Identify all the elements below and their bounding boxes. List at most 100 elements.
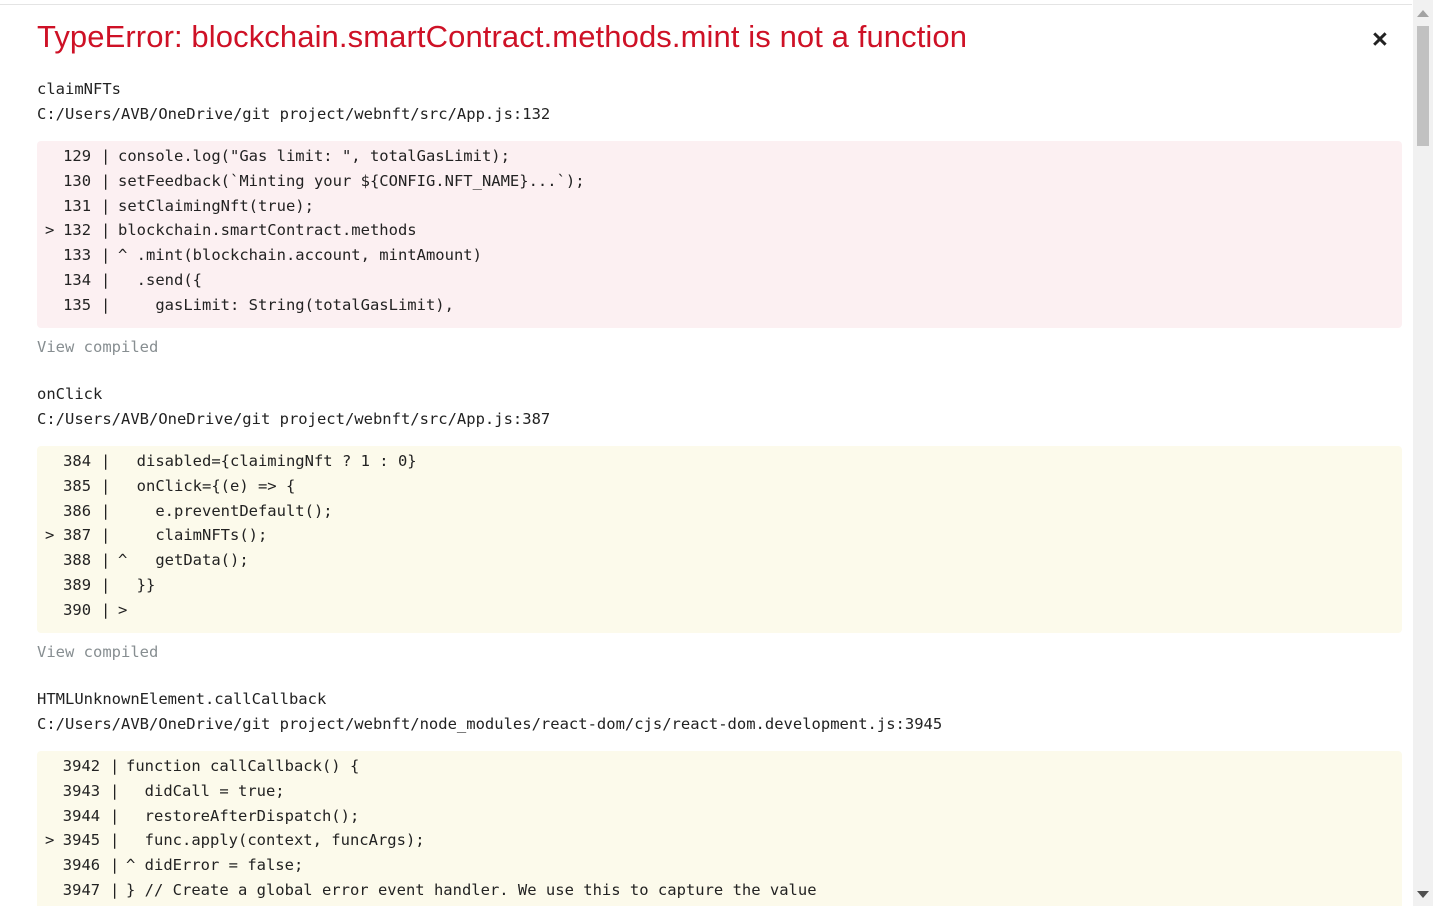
stack-frame-path[interactable]: C:/Users/AVB/OneDrive/git project/webnft… bbox=[37, 105, 550, 123]
gutter-separator: | bbox=[110, 781, 120, 800]
code-line: >387 | claimNFTs(); bbox=[37, 526, 1397, 551]
line-number: 134 bbox=[63, 271, 92, 289]
code-text: blockchain.smartContract.methods bbox=[118, 221, 417, 240]
view-compiled-link[interactable]: View compiled bbox=[37, 338, 158, 356]
code-line: 386 | e.preventDefault(); bbox=[37, 502, 1397, 527]
highlight-marker: > bbox=[45, 221, 55, 240]
code-text: function callCallback() { bbox=[126, 757, 360, 775]
gutter-separator: | bbox=[101, 295, 111, 314]
code-text: console.log("Gas limit: ", totalGasLimit… bbox=[118, 147, 510, 165]
code-line: 3947 | } // Create a global error event ha… bbox=[37, 881, 1397, 906]
code-line: 384 | disabled={claimingNft ? 1 : 0} bbox=[37, 452, 1397, 477]
line-number: 3944 bbox=[62, 806, 101, 825]
code-line: 3942 | function callCallback() { bbox=[37, 757, 1397, 782]
code-snippet: 3942 | function callCallback() { 3943 | didC… bbox=[37, 751, 1402, 906]
code-line: 131 | setClaimingNft(true); bbox=[37, 197, 1397, 222]
line-number: 135 bbox=[63, 295, 92, 314]
code-text: .send({ bbox=[118, 271, 202, 289]
gutter-separator: | bbox=[101, 221, 111, 240]
stack-frame-path[interactable]: C:/Users/AVB/OneDrive/git project/webnft… bbox=[37, 410, 550, 428]
highlight-marker: > bbox=[45, 526, 55, 545]
code-text: } // Create a global error event handler… bbox=[126, 881, 817, 899]
line-number: 384 bbox=[63, 452, 92, 470]
gutter-separator: | bbox=[110, 831, 120, 850]
gutter-separator: | bbox=[101, 526, 111, 545]
highlight-marker: > bbox=[45, 831, 55, 850]
line-number: 3945 bbox=[62, 831, 101, 850]
code-text: disabled={claimingNft ? 1 : 0} bbox=[118, 452, 417, 470]
code-text: func.apply(context, funcArgs); bbox=[126, 831, 425, 850]
code-line: 129 | console.log("Gas limit: ", totalGasL… bbox=[37, 147, 1397, 172]
code-line: 3944 | restoreAfterDispatch(); bbox=[37, 807, 1397, 832]
code-text: onClick={(e) => { bbox=[118, 476, 296, 495]
line-number: 385 bbox=[63, 476, 92, 495]
code-line: 389 | }} bbox=[37, 576, 1397, 601]
vertical-scrollbar[interactable] bbox=[1413, 0, 1433, 906]
code-text: ^ .mint(blockchain.account, mintAmount) bbox=[118, 246, 482, 265]
gutter-separator: | bbox=[110, 806, 120, 825]
line-number: 129 bbox=[63, 147, 92, 165]
code-line: 3946 | ^ didError = false; bbox=[37, 856, 1397, 881]
code-line: 385 | onClick={(e) => { bbox=[37, 477, 1397, 502]
line-number: 130 bbox=[63, 171, 92, 190]
code-text: claimNFTs(); bbox=[118, 526, 268, 545]
line-number: 387 bbox=[63, 526, 92, 545]
stack-frame-name: onClick bbox=[37, 385, 103, 403]
gutter-separator: | bbox=[101, 600, 111, 619]
line-number: 132 bbox=[63, 221, 92, 240]
code-text: gasLimit: String(totalGasLimit), bbox=[118, 295, 454, 314]
code-text: didCall = true; bbox=[126, 781, 285, 800]
gutter-separator: | bbox=[101, 196, 111, 215]
code-text: e.preventDefault(); bbox=[118, 501, 333, 520]
close-button[interactable]: × bbox=[1372, 26, 1388, 53]
gutter-separator: | bbox=[101, 246, 111, 265]
code-line: 133 | ^ .mint(blockchain.account, mintAmou… bbox=[37, 246, 1397, 271]
code-line: 3943 | didCall = true; bbox=[37, 782, 1397, 807]
code-line: >3945 | func.apply(context, funcArgs); bbox=[37, 831, 1397, 856]
gutter-separator: | bbox=[101, 147, 111, 165]
line-number: 388 bbox=[63, 551, 92, 570]
code-text: setFeedback(`Minting your ${CONFIG.NFT_N… bbox=[118, 171, 585, 190]
code-snippet: 129 | console.log("Gas limit: ", totalGasL… bbox=[37, 141, 1402, 328]
code-text: ^ getData(); bbox=[118, 551, 249, 570]
gutter-separator: | bbox=[101, 452, 111, 470]
stack-frame-name: HTMLUnknownElement.callCallback bbox=[37, 690, 327, 708]
gutter-separator: | bbox=[101, 171, 111, 190]
stack-frame-path[interactable]: C:/Users/AVB/OneDrive/git project/webnft… bbox=[37, 715, 942, 733]
line-number: 131 bbox=[63, 196, 92, 215]
gutter-separator: | bbox=[101, 551, 111, 570]
error-overlay: TypeError: blockchain.smartContract.meth… bbox=[0, 0, 1412, 906]
code-line: 135 | gasLimit: String(totalGasLimit), bbox=[37, 296, 1397, 321]
gutter-separator: | bbox=[110, 881, 120, 899]
scroll-up-arrow-icon[interactable] bbox=[1417, 10, 1429, 17]
line-number: 386 bbox=[63, 501, 92, 520]
code-line: >132 | blockchain.smartContract.methods bbox=[37, 221, 1397, 246]
code-line: 134 | .send({ bbox=[37, 271, 1397, 296]
view-compiled-link[interactable]: View compiled bbox=[37, 643, 158, 661]
code-text: restoreAfterDispatch(); bbox=[126, 806, 360, 825]
line-number: 390 bbox=[63, 600, 92, 619]
scroll-down-arrow-icon[interactable] bbox=[1417, 891, 1429, 898]
code-text: setClaimingNft(true); bbox=[118, 196, 314, 215]
code-text: ^ didError = false; bbox=[126, 856, 304, 875]
line-number: 3947 bbox=[62, 881, 101, 899]
line-number: 133 bbox=[63, 246, 92, 265]
line-number: 3942 bbox=[62, 757, 101, 775]
code-line: 388 | ^ getData(); bbox=[37, 551, 1397, 576]
scroll-thumb[interactable] bbox=[1417, 26, 1429, 146]
error-title: TypeError: blockchain.smartContract.meth… bbox=[37, 19, 968, 54]
code-line: 130 | setFeedback(`Minting your ${CONFIG.N… bbox=[37, 172, 1397, 197]
gutter-separator: | bbox=[101, 476, 111, 495]
code-line: 390 | > bbox=[37, 601, 1397, 626]
code-snippet: 384 | disabled={claimingNft ? 1 : 0} 385 | … bbox=[37, 446, 1402, 633]
line-number: 3946 bbox=[62, 856, 101, 875]
gutter-separator: | bbox=[101, 271, 111, 289]
gutter-separator: | bbox=[101, 501, 111, 520]
gutter-separator: | bbox=[101, 576, 111, 594]
gutter-separator: | bbox=[110, 856, 120, 875]
gutter-separator: | bbox=[110, 757, 120, 775]
stack-frame-name: claimNFTs bbox=[37, 80, 121, 98]
line-number: 389 bbox=[63, 576, 92, 594]
code-text: }} bbox=[118, 576, 156, 594]
code-text: > bbox=[118, 600, 128, 619]
